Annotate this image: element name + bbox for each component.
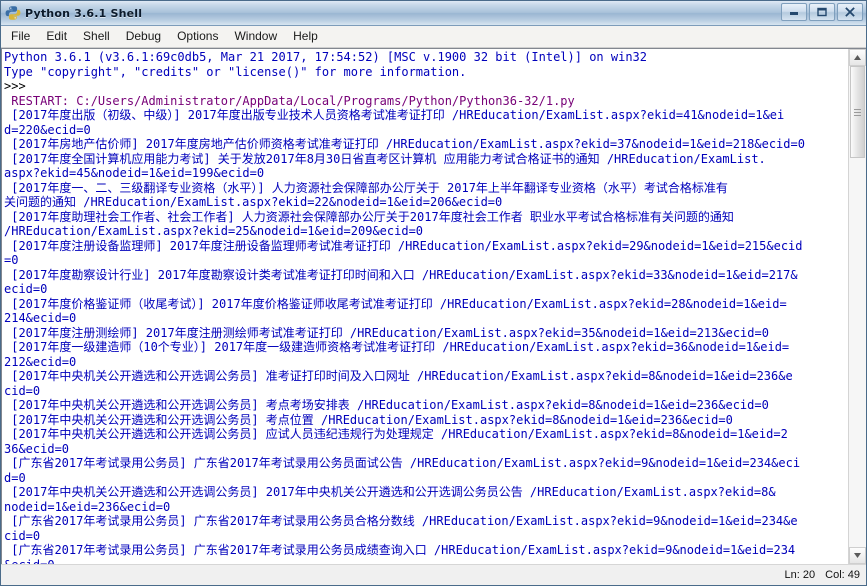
console-line: [2017年中央机关公开遴选和公开选调公务员] 考点位置 /HREducatio… <box>4 412 733 427</box>
console-line: [广东省2017年考试录用公务员] 广东省2017年考试录用公务员面试公告 /H… <box>4 456 801 470</box>
console-line: cid=0 <box>4 528 41 543</box>
console-line: Type "copyright", "credits" or "license(… <box>4 64 467 79</box>
shell-text-area[interactable]: Python 3.6.1 (v3.6.1:69c0db5, Mar 21 201… <box>1 48 866 564</box>
console-line: =0 <box>4 253 19 267</box>
menu-item-file[interactable]: File <box>3 27 38 46</box>
console-line: [2017年度注册设备监理师] 2017年度注册设备监理师考试准考证打印 /HR… <box>4 238 803 253</box>
console-line: d=0 <box>4 470 26 485</box>
menu-item-options[interactable]: Options <box>169 27 226 46</box>
console-line: [2017年中央机关公开遴选和公开选调公务员] 2017年中央机关公开遴选和公开… <box>4 485 776 499</box>
menu-item-shell[interactable]: Shell <box>75 27 118 46</box>
close-button[interactable] <box>837 3 863 21</box>
console-line: [2017年度一级建造师（10个专业）] 2017年度一级建造师资格考试准考证打… <box>4 340 790 354</box>
console-line: [2017年度出版（初级、中级）] 2017年度出版专业技术人员资格考试准考证打… <box>4 108 785 122</box>
console-line: [2017年房地产估价师] 2017年度房地产估价师资格考试准考证打印 /HRE… <box>4 137 805 151</box>
console-line: aspx?ekid=45&nodeid=1&eid=199&ecid=0 <box>4 166 265 180</box>
status-line-number: Ln: 20 <box>784 569 816 581</box>
console-line: Python 3.6.1 (v3.6.1:69c0db5, Mar 21 201… <box>4 50 647 64</box>
scroll-up-button[interactable] <box>849 49 866 66</box>
console-line: [2017年度勘察设计行业] 2017年度勘察设计类考试准考证打印时间和入口 /… <box>4 267 798 282</box>
window-controls <box>781 3 863 21</box>
minimize-button[interactable] <box>781 3 807 21</box>
console-line: 214&ecid=0 <box>4 311 77 325</box>
menu-item-window[interactable]: Window <box>226 27 285 46</box>
console-line: cid=0 <box>4 383 41 398</box>
console-line: 关问题的通知 /HREducation/ExamList.aspx?ekid=2… <box>4 195 503 209</box>
python-logo-icon <box>5 5 21 21</box>
window-title: Python 3.6.1 Shell <box>25 6 143 20</box>
statusbar: Ln: 20 Col: 49 <box>1 564 866 585</box>
menu-item-edit[interactable]: Edit <box>38 27 75 46</box>
console-line: >>> <box>4 79 26 93</box>
scrollbar-track[interactable] <box>849 66 866 547</box>
scrollbar-grip-icon <box>854 108 861 116</box>
console-line: [2017年度助理社会工作者、社会工作者] 人力资源社会保障部办公厅关于2017… <box>4 209 734 224</box>
console-line: nodeid=1&eid=236&ecid=0 <box>4 499 171 514</box>
console-line: /HREducation/ExamList.aspx?ekid=25&nodei… <box>4 224 424 238</box>
console-line: RESTART: C:/Users/Administrator/AppData/… <box>4 93 575 108</box>
console-line: [广东省2017年考试录用公务员] 广东省2017年考试录用公务员成绩查询入口 … <box>4 543 796 557</box>
vertical-scrollbar[interactable] <box>848 49 866 564</box>
console-line: [2017年度全国计算机应用能力考试] 关于发放2017年8月30日省直考区计算… <box>4 151 766 166</box>
console-line: 36&ecid=0 <box>4 441 70 456</box>
maximize-button[interactable] <box>809 3 835 21</box>
console-line: d=220&ecid=0 <box>4 122 91 137</box>
menu-item-help[interactable]: Help <box>285 27 326 46</box>
titlebar[interactable]: Python 3.6.1 Shell <box>1 1 866 26</box>
console-line: 212&ecid=0 <box>4 354 77 369</box>
console-line: ecid=0 <box>4 282 48 296</box>
console-line: [广东省2017年考试录用公务员] 广东省2017年考试录用公务员合格分数线 /… <box>4 514 798 528</box>
console-line: [2017年中央机关公开遴选和公开选调公务员] 准考证打印时间及入口网址 /HR… <box>4 369 793 383</box>
console-line: [2017年度注册测绘师] 2017年度注册测绘师考试准考证打印 /HREduc… <box>4 325 769 340</box>
console-output[interactable]: Python 3.6.1 (v3.6.1:69c0db5, Mar 21 201… <box>2 49 848 564</box>
console-line: [2017年度价格鉴证师（收尾考试）] 2017年度价格鉴证师收尾考试准考证打印… <box>4 296 787 311</box>
scrollbar-thumb[interactable] <box>850 66 865 158</box>
menubar: File Edit Shell Debug Options Window Hel… <box>1 26 866 48</box>
console-line: [2017年度一、二、三级翻译专业资格（水平）] 人力资源社会保障部办公厅关于 … <box>4 180 728 195</box>
console-line: [2017年中央机关公开遴选和公开选调公务员] 考点考场安排表 /HREduca… <box>4 398 769 412</box>
status-column-number: Col: 49 <box>825 569 860 581</box>
idle-shell-window: Python 3.6.1 Shell File Edit Shell Debug… <box>0 0 867 586</box>
console-line: &ecid=0 <box>4 558 848 565</box>
scroll-down-button[interactable] <box>849 547 866 564</box>
console-line: [2017年中央机关公开遴选和公开选调公务员] 应试人员违纪违规行为处理规定 /… <box>4 427 788 441</box>
menu-item-debug[interactable]: Debug <box>118 27 169 46</box>
